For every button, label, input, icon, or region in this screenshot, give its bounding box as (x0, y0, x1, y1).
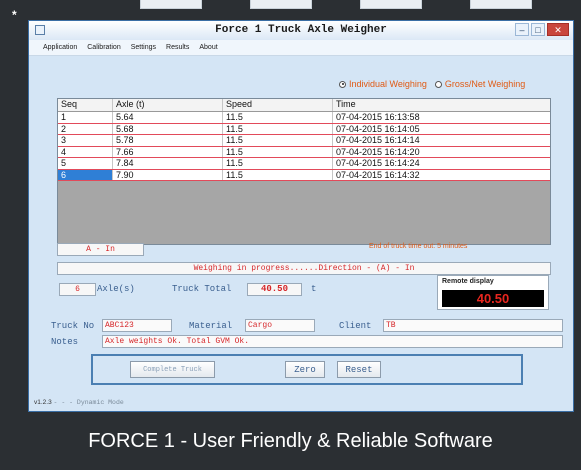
cell-time: 07-04-2015 16:14:20 (336, 146, 420, 157)
complete-truck-button[interactable]: Complete Truck (130, 361, 215, 378)
table-row[interactable]: 2 5.68 11.5 07-04-2015 16:14:05 (58, 123, 550, 135)
window-controls: – □ ✕ (515, 23, 569, 36)
remote-display-value: 40.50 (442, 290, 544, 307)
cell-axle: 7.90 (113, 169, 223, 180)
weighing-status-bar: Weighing in progress......Direction - (A… (57, 262, 551, 275)
cell-speed: 11.5 (223, 135, 333, 146)
notes-field[interactable]: Axle weights Ok. Total GVM Ok. (102, 335, 563, 348)
cell-speed: 11.5 (223, 123, 333, 134)
version-label: v1.2.3 (34, 399, 52, 406)
mode-label: - - - Dynamic Mode (53, 399, 124, 406)
menu-results[interactable]: Results (166, 40, 189, 55)
remote-display-panel: Remote display 40.50 (437, 275, 549, 310)
client-field[interactable]: TB (383, 319, 563, 332)
column-header-speed[interactable]: Speed (223, 99, 333, 111)
cell-speed: 11.5 (223, 112, 333, 123)
table-row-selected[interactable]: 6 7.90 11.5 07-04-2015 16:14:32 (58, 169, 550, 181)
axle-results-table[interactable]: Seq Axle (t) Speed Time 1 5.64 11.5 07-0… (57, 98, 551, 245)
cell-seq: 3 (58, 135, 113, 146)
truck-no-field[interactable]: ABC123 (102, 319, 172, 332)
truck-total-display: 40.50 (247, 283, 302, 296)
menu-bar: Application Calibration Settings Results… (29, 40, 573, 56)
cell-axle: 5.64 (113, 112, 223, 123)
minimize-button[interactable]: – (515, 23, 529, 36)
cell-axle: 7.84 (113, 158, 223, 169)
asterisk-mark: * (12, 8, 17, 22)
individual-weighing-label: Individual Weighing (349, 79, 427, 89)
cell-time: 07-04-2015 16:14:05 (336, 123, 420, 134)
cell-seq: 6 (58, 169, 113, 180)
table-row[interactable]: 4 7.66 11.5 07-04-2015 16:14:20 (58, 146, 550, 158)
cell-speed: 11.5 (223, 169, 333, 180)
title-bar: Force 1 Truck Axle Weigher – □ ✕ (29, 21, 573, 41)
menu-calibration[interactable]: Calibration (87, 40, 120, 55)
table-header: Seq Axle (t) Speed Time (58, 99, 550, 112)
menu-application[interactable]: Application (43, 40, 77, 55)
column-header-seq[interactable]: Seq (58, 99, 113, 111)
cell-seq: 2 (58, 123, 113, 134)
zero-button[interactable]: Zero (285, 361, 325, 378)
table-row[interactable]: 3 5.78 11.5 07-04-2015 16:14:14 (58, 135, 550, 147)
table-row[interactable]: 1 5.64 11.5 07-04-2015 16:13:58 (58, 112, 550, 124)
background-tab (360, 0, 422, 9)
promo-caption: FORCE 1 - User Friendly & Reliable Softw… (88, 430, 493, 452)
reset-button[interactable]: Reset (337, 361, 381, 378)
material-label: Material (189, 321, 233, 331)
menu-settings[interactable]: Settings (131, 40, 156, 55)
cell-seq: 5 (58, 158, 113, 169)
gross-net-weighing-label: Gross/Net Weighing (444, 79, 526, 89)
cell-axle: 5.78 (113, 135, 223, 146)
truck-total-label: Truck Total (172, 284, 232, 294)
material-field[interactable]: Cargo (245, 319, 315, 332)
client-label: Client (339, 321, 372, 331)
truck-no-label: Truck No (51, 321, 95, 331)
cell-time: 07-04-2015 16:14:14 (336, 135, 420, 145)
individual-weighing-radio[interactable]: Individual Weighing (339, 79, 427, 89)
cell-time: 07-04-2015 16:13:58 (336, 112, 420, 122)
radio-unselected-icon (434, 80, 442, 88)
menu-about[interactable]: About (199, 40, 217, 55)
column-header-time[interactable]: Time (333, 99, 550, 111)
cell-seq: 4 (58, 146, 113, 157)
cell-axle: 7.66 (113, 146, 223, 157)
axle-count-display: 6 (59, 283, 96, 296)
gross-net-weighing-radio[interactable]: Gross/Net Weighing (434, 79, 526, 89)
cell-time: 07-04-2015 16:14:24 (336, 158, 420, 168)
window-title: Force 1 Truck Axle Weigher (215, 24, 387, 36)
cell-seq: 1 (58, 112, 113, 123)
remote-display-label: Remote display (442, 278, 494, 285)
background-top-strip (0, 0, 581, 18)
app-window: Force 1 Truck Axle Weigher – □ ✕ Applica… (28, 20, 574, 412)
cell-speed: 11.5 (223, 158, 333, 169)
background-tab (250, 0, 312, 9)
maximize-button[interactable]: □ (531, 23, 545, 36)
axle-count-label: Axle(s) (97, 284, 135, 294)
timeout-notice: End of truck time out: 5 minutes (369, 243, 468, 250)
action-button-panel: Complete Truck Zero Reset (91, 354, 523, 385)
truck-total-unit: t (311, 284, 317, 294)
cell-time: 07-04-2015 16:14:32 (336, 169, 420, 180)
weighing-mode-group: Individual Weighing Gross/Net Weighing (339, 79, 525, 89)
column-header-axle[interactable]: Axle (t) (113, 99, 223, 111)
table-row[interactable]: 5 7.84 11.5 07-04-2015 16:14:24 (58, 158, 550, 170)
cell-speed: 11.5 (223, 146, 333, 157)
background-tab (140, 0, 202, 9)
radio-selected-icon (339, 80, 346, 88)
status-bar: v1.2.3 - - - Dynamic Mode (34, 399, 124, 406)
background-tab (470, 0, 532, 9)
close-button[interactable]: ✕ (547, 23, 569, 36)
cell-axle: 5.68 (113, 123, 223, 134)
direction-indicator: A - In (57, 243, 144, 256)
notes-label: Notes (51, 337, 79, 347)
